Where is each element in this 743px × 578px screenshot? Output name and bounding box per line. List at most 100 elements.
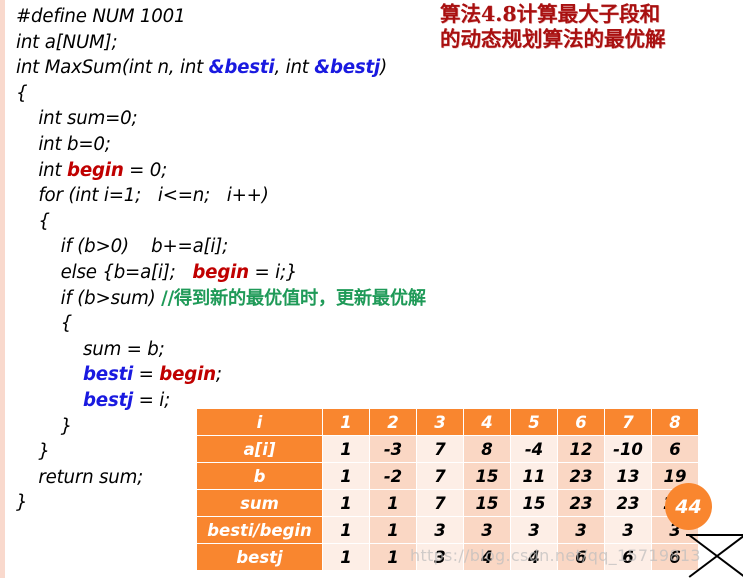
code-line: { bbox=[16, 209, 536, 235]
code-identifier-red: begin bbox=[192, 261, 249, 283]
dp-trace-table: i 1 2 3 4 5 6 7 8 a[i] 1 -3 7 8 -4 12 -10 6 b 1 -2 7 15 11 23 13 1… bbox=[196, 408, 699, 571]
table-cell: 23 bbox=[557, 462, 605, 490]
table-row: a[i] 1 -3 7 8 -4 12 -10 6 bbox=[196, 435, 699, 463]
table-row-label: besti/begin bbox=[196, 516, 323, 544]
table-cell: -10 bbox=[604, 435, 652, 463]
table-column-header: 1 bbox=[322, 408, 370, 436]
code-text: for (int i=1; i<=n; i++) bbox=[16, 185, 269, 207]
table-cell: 1 bbox=[369, 543, 417, 571]
code-line: int MaxSum(int n, int &besti, int &bestj… bbox=[16, 55, 536, 81]
code-text: int a[NUM]; bbox=[16, 31, 118, 53]
code-identifier-blue: &besti bbox=[208, 57, 275, 79]
table-cell: 6 bbox=[604, 543, 652, 571]
table-row-label: a[i] bbox=[196, 435, 323, 463]
code-text: , int bbox=[274, 57, 315, 79]
table-column-header: 6 bbox=[557, 408, 605, 436]
code-text: else {b=a[i]; bbox=[16, 261, 193, 283]
code-line: int begin = 0; bbox=[16, 158, 536, 184]
code-text: if (b>0) b+=a[i]; bbox=[16, 236, 229, 258]
table-cell: 15 bbox=[463, 462, 511, 490]
table-cell: 3 bbox=[416, 543, 464, 571]
table-column-header: 2 bbox=[369, 408, 417, 436]
code-text: } bbox=[16, 415, 73, 437]
table-column-header: 7 bbox=[604, 408, 652, 436]
table-cell: 11 bbox=[510, 462, 558, 490]
code-text: = i; bbox=[133, 389, 171, 411]
code-text: return sum; bbox=[16, 466, 144, 488]
code-line: { bbox=[16, 81, 536, 107]
code-line: int b=0; bbox=[16, 132, 536, 158]
x-mark-decoration bbox=[686, 534, 743, 578]
table-cell: 1 bbox=[322, 516, 370, 544]
table-cell: 3 bbox=[463, 516, 511, 544]
code-identifier-red: begin bbox=[159, 364, 216, 386]
table-header-row: i12345678 bbox=[196, 408, 699, 436]
code-line: #define NUM 1001 bbox=[16, 4, 536, 30]
code-text: { bbox=[16, 313, 73, 335]
page-number-badge: 44 bbox=[665, 483, 712, 530]
table-cell: 4 bbox=[510, 543, 558, 571]
code-text: #define NUM 1001 bbox=[16, 6, 186, 27]
code-identifier-blue: bestj bbox=[82, 389, 134, 411]
code-comment: //得到新的最优值时，更新最优解 bbox=[161, 287, 426, 309]
code-line: if (b>sum) //得到新的最优值时，更新最优解 bbox=[16, 286, 536, 312]
table-cell: -4 bbox=[510, 435, 558, 463]
code-text: = 0; bbox=[123, 159, 168, 181]
table-cell: 3 bbox=[604, 516, 652, 544]
table-row: sum1171515232323 bbox=[196, 489, 699, 517]
code-text: { bbox=[16, 82, 28, 104]
table-cell: 12 bbox=[557, 435, 605, 463]
table-row-label: bestj bbox=[196, 543, 323, 571]
code-text: if (b>sum) bbox=[16, 287, 162, 309]
code-text: } bbox=[16, 492, 28, 514]
table-row: besti/begin 1 1 3 3 3 3 3 3 bbox=[196, 516, 699, 544]
table-cell: 6 bbox=[557, 543, 605, 571]
code-text: int sum=0; bbox=[16, 108, 138, 130]
code-text: { bbox=[16, 210, 50, 232]
code-line: int sum=0; bbox=[16, 106, 536, 132]
table-cell: -3 bbox=[369, 435, 417, 463]
table-cell: 6 bbox=[651, 435, 699, 463]
table-column-header: 8 bbox=[651, 408, 699, 436]
table-cell: 23 bbox=[604, 489, 652, 517]
table-cell: 1 bbox=[322, 489, 370, 517]
table-cell: 8 bbox=[463, 435, 511, 463]
code-line: besti = begin; bbox=[16, 362, 536, 388]
table-cell: 3 bbox=[510, 516, 558, 544]
code-identifier-blue: &bestj bbox=[314, 57, 381, 79]
dp-trace-table-body: i 1 2 3 4 5 6 7 8 a[i] 1 -3 7 8 -4 12 -10 6 b 1 -2 7 15 11 23 13 1… bbox=[196, 408, 699, 571]
table-cell: 3 bbox=[416, 516, 464, 544]
table-cell: 13 bbox=[604, 462, 652, 490]
table-cell: 4 bbox=[463, 543, 511, 571]
code-line: for (int i=1; i<=n; i++) bbox=[16, 183, 536, 209]
table-column-header: 4 bbox=[463, 408, 511, 436]
code-line: if (b>0) b+=a[i]; bbox=[16, 234, 536, 260]
table-cell: 7 bbox=[416, 462, 464, 490]
table-cell: 15 bbox=[463, 489, 511, 517]
code-line: sum = b; bbox=[16, 337, 536, 363]
code-text: ) bbox=[380, 57, 387, 79]
code-text: = i;} bbox=[248, 261, 298, 283]
code-text: int b=0; bbox=[16, 133, 111, 155]
table-cell: -2 bbox=[369, 462, 417, 490]
table-row-label: sum bbox=[196, 489, 323, 517]
code-text: sum = b; bbox=[16, 338, 165, 360]
slide-canvas: 算法4.8计算最大子段和 的动态规划算法的最优解 #define NUM 100… bbox=[0, 0, 743, 578]
code-text: int MaxSum(int n, int bbox=[16, 57, 209, 79]
code-line: int a[NUM]; bbox=[16, 30, 536, 56]
code-identifier-red: begin bbox=[67, 159, 124, 181]
x-mark-top-line bbox=[686, 534, 743, 536]
table-cell: 3 bbox=[557, 516, 605, 544]
code-text: ; bbox=[215, 364, 222, 386]
table-corner-header: i bbox=[196, 408, 323, 436]
code-line: { bbox=[16, 311, 536, 337]
table-column-header: 5 bbox=[510, 408, 558, 436]
code-identifier-blue: besti bbox=[82, 364, 134, 386]
table-cell: 1 bbox=[322, 435, 370, 463]
table-cell: 15 bbox=[510, 489, 558, 517]
slide-left-edge-inner bbox=[5, 0, 7, 578]
table-cell: 1 bbox=[322, 462, 370, 490]
table-cell: 1 bbox=[369, 516, 417, 544]
